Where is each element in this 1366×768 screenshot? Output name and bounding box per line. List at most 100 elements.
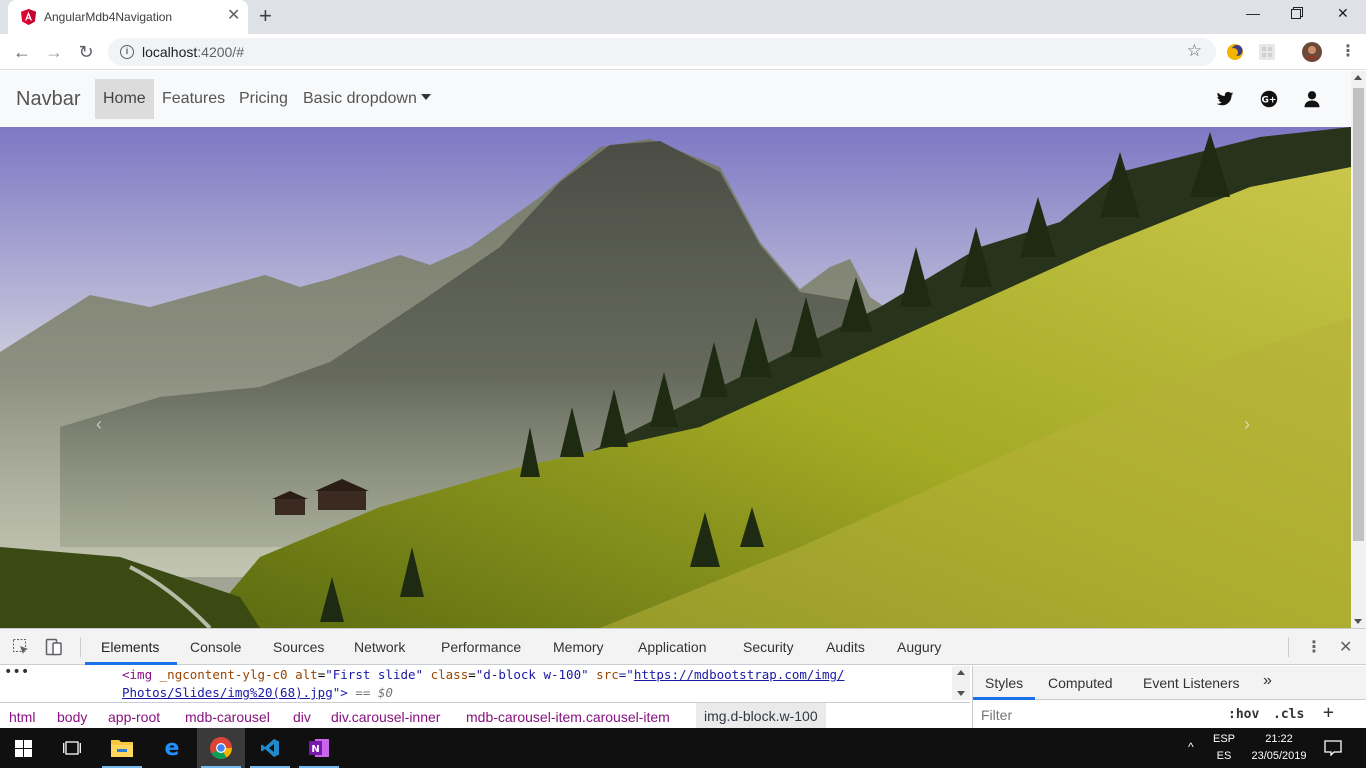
devtools-menu-icon[interactable]: ⋮ bbox=[1306, 637, 1322, 657]
extension-grid-icon[interactable] bbox=[1259, 44, 1275, 60]
tab-performance[interactable]: Performance bbox=[441, 639, 521, 655]
forward-icon[interactable]: → bbox=[42, 40, 66, 64]
tab-network[interactable]: Network bbox=[354, 639, 405, 655]
carousel-prev-control[interactable]: ‹ bbox=[96, 414, 102, 435]
dom-node-line-2[interactable]: Photos/Slides/img%20(68).jpg"> == $0 bbox=[122, 685, 393, 700]
scroll-down-icon[interactable] bbox=[1354, 619, 1362, 624]
minimize-icon[interactable]: — bbox=[1246, 5, 1260, 21]
onenote-icon: N bbox=[309, 739, 329, 757]
tab-computed[interactable]: Computed bbox=[1048, 675, 1113, 691]
taskbar-file-explorer[interactable] bbox=[98, 728, 146, 768]
clock-time[interactable]: 21:22 bbox=[1244, 733, 1314, 745]
show-hidden-icons-icon[interactable]: ^ bbox=[1188, 740, 1194, 754]
taskbar-edge[interactable]: e bbox=[148, 728, 196, 768]
nav-link-pricing[interactable]: Pricing bbox=[231, 79, 296, 119]
address-bar[interactable]: i localhost:4200/# ☆ bbox=[108, 38, 1216, 66]
restore-icon[interactable] bbox=[1291, 6, 1303, 22]
action-center-icon[interactable] bbox=[1324, 740, 1342, 756]
breadcrumb-item[interactable]: div.carousel-inner bbox=[331, 709, 440, 725]
scroll-down-icon[interactable] bbox=[957, 691, 965, 696]
tab-augury[interactable]: Augury bbox=[897, 639, 941, 655]
device-toolbar-icon[interactable] bbox=[45, 638, 63, 656]
twitter-icon[interactable] bbox=[1216, 90, 1234, 108]
tab-application[interactable]: Application bbox=[638, 639, 707, 655]
src-link-continued[interactable]: Photos/Slides/img%20(68).jpg bbox=[122, 685, 333, 700]
scroll-up-icon[interactable] bbox=[957, 670, 965, 675]
devtools-close-icon[interactable]: ✕ bbox=[1339, 637, 1352, 657]
input-language-bottom[interactable]: ES bbox=[1210, 750, 1238, 762]
browser-tab-strip: AngularMdb4Navigation ✕ + — ✕ bbox=[0, 0, 1366, 34]
folder-icon bbox=[111, 740, 133, 757]
taskbar-vscode[interactable] bbox=[246, 728, 294, 768]
src-link[interactable]: https://mdbootstrap.com/img/ bbox=[634, 667, 845, 682]
google-plus-icon[interactable]: G+ bbox=[1260, 90, 1278, 108]
more-tabs-icon[interactable]: » bbox=[1263, 672, 1272, 690]
browser-toolbar: ← → ↻ i localhost:4200/# ☆ ⋮ bbox=[0, 34, 1366, 70]
taskbar-onenote[interactable]: N bbox=[295, 728, 343, 768]
taskbar-chrome[interactable] bbox=[197, 728, 245, 768]
tab-audits[interactable]: Audits bbox=[826, 639, 865, 655]
class-toggle[interactable]: .cls bbox=[1273, 707, 1304, 722]
chevron-down-icon bbox=[420, 94, 431, 100]
navbar: Navbar Home Features Pricing Basic dropd… bbox=[0, 71, 1351, 127]
scroll-up-icon[interactable] bbox=[1354, 75, 1362, 80]
breadcrumb-item[interactable]: app-root bbox=[108, 709, 160, 725]
task-view-button[interactable] bbox=[48, 728, 96, 768]
dom-node-line-1[interactable]: <img _ngcontent-ylg-c0 alt="First slide"… bbox=[122, 667, 845, 682]
active-tab-indicator bbox=[973, 697, 1035, 700]
breadcrumb-item[interactable]: html bbox=[9, 709, 35, 725]
scrollbar-thumb[interactable] bbox=[1353, 88, 1364, 541]
carousel-slide-image: ‹ › bbox=[0, 127, 1351, 628]
carousel-next-control[interactable]: › bbox=[1244, 414, 1250, 435]
svg-text:e: e bbox=[165, 738, 180, 758]
user-icon[interactable] bbox=[1303, 90, 1321, 108]
add-rule-icon[interactable]: + bbox=[1323, 702, 1334, 723]
breadcrumb-item[interactable]: mdb-carousel bbox=[185, 709, 270, 725]
toolbar-divider bbox=[80, 637, 81, 657]
close-tab-icon[interactable]: ✕ bbox=[227, 8, 240, 24]
nav-link-features[interactable]: Features bbox=[154, 79, 233, 119]
styles-tab-bar: Styles Computed Event Listeners » bbox=[973, 666, 1366, 700]
browser-menu-icon[interactable]: ⋮ bbox=[1340, 41, 1356, 61]
ellipsis-icon[interactable]: ••• bbox=[4, 664, 29, 680]
dom-tree-scrollbar[interactable] bbox=[952, 666, 970, 700]
bookmark-star-icon[interactable]: ☆ bbox=[1187, 41, 1202, 61]
breadcrumb-item[interactable]: div bbox=[293, 709, 311, 725]
start-button[interactable] bbox=[0, 728, 48, 768]
svg-text:N: N bbox=[311, 744, 319, 755]
browser-tab[interactable]: AngularMdb4Navigation ✕ bbox=[8, 0, 248, 34]
styles-filter-input[interactable] bbox=[977, 703, 1213, 727]
nav-dropdown-basic[interactable]: Basic dropdown bbox=[295, 79, 439, 119]
window-close-icon[interactable]: ✕ bbox=[1337, 5, 1349, 22]
extension-moon-icon[interactable] bbox=[1227, 44, 1243, 60]
tab-event-listeners[interactable]: Event Listeners bbox=[1143, 675, 1240, 691]
tab-elements[interactable]: Elements bbox=[101, 639, 159, 655]
new-tab-icon[interactable]: + bbox=[259, 4, 272, 28]
tab-sources[interactable]: Sources bbox=[273, 639, 324, 655]
clock-date[interactable]: 23/05/2019 bbox=[1244, 750, 1314, 762]
devtools-panel: Elements Console Sources Network Perform… bbox=[0, 628, 1366, 729]
reload-icon[interactable]: ↻ bbox=[74, 40, 98, 64]
breadcrumb-item[interactable]: body bbox=[57, 709, 87, 725]
tab-security[interactable]: Security bbox=[743, 639, 794, 655]
page-scrollbar[interactable] bbox=[1351, 71, 1366, 628]
breadcrumb-item-selected[interactable]: img.d-block.w-100 bbox=[696, 703, 826, 729]
toolbar-divider bbox=[1288, 637, 1289, 657]
elements-breadcrumb: html body app-root mdb-carousel div div.… bbox=[0, 702, 970, 729]
breadcrumb-item[interactable]: mdb-carousel-item.carousel-item bbox=[466, 709, 670, 725]
navbar-brand[interactable]: Navbar bbox=[16, 88, 80, 111]
vscode-icon bbox=[261, 739, 279, 757]
chrome-browser-icon bbox=[210, 737, 232, 759]
tab-styles[interactable]: Styles bbox=[985, 675, 1023, 691]
page-viewport: Navbar Home Features Pricing Basic dropd… bbox=[0, 71, 1351, 628]
elements-dom-tree: ••• <img _ngcontent-ylg-c0 alt="First sl… bbox=[0, 664, 970, 702]
profile-avatar[interactable] bbox=[1302, 42, 1322, 62]
tab-memory[interactable]: Memory bbox=[553, 639, 604, 655]
input-language-top[interactable]: ESP bbox=[1210, 733, 1238, 745]
back-icon[interactable]: ← bbox=[10, 40, 34, 64]
site-info-icon[interactable]: i bbox=[120, 45, 134, 59]
hover-state-toggle[interactable]: :hov bbox=[1228, 707, 1259, 722]
tab-console[interactable]: Console bbox=[190, 639, 241, 655]
inspect-element-icon[interactable] bbox=[12, 638, 30, 656]
nav-link-home[interactable]: Home bbox=[95, 79, 154, 119]
